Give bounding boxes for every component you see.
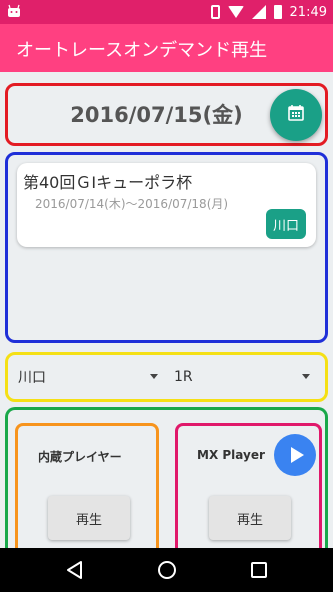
race-card[interactable]: 第40回ＧⅠキューポラ杯 2016/07/14(木)〜2016/07/18(月)… xyxy=(17,163,316,247)
mx-player-panel: MX Player 再生 xyxy=(175,423,322,563)
calendar-icon xyxy=(287,104,305,126)
race-select[interactable]: 1R xyxy=(174,355,310,399)
venue-badge[interactable]: 川口 xyxy=(266,209,306,239)
play-icon[interactable] xyxy=(274,434,316,476)
app-title: オートレースオンデマンド再生 xyxy=(16,40,268,61)
home-icon[interactable] xyxy=(155,558,179,582)
internal-player-panel: 内蔵プレイヤー 再生 xyxy=(15,423,159,563)
recents-icon[interactable] xyxy=(247,558,271,582)
wifi-icon xyxy=(227,6,244,18)
venue-select-value: 川口 xyxy=(18,370,46,386)
internal-play-button[interactable]: 再生 xyxy=(48,496,130,540)
race-select-value: 1R xyxy=(174,369,193,385)
mx-player-label: MX Player xyxy=(197,448,265,462)
navigation-bar xyxy=(0,548,333,592)
player-section: 内蔵プレイヤー 再生 MX Player 再生 xyxy=(5,407,328,563)
mx-play-button[interactable]: 再生 xyxy=(209,496,291,540)
signal-icon xyxy=(251,5,266,19)
race-dates: 2016/07/14(木)〜2016/07/18(月) xyxy=(35,197,229,211)
android-icon xyxy=(6,3,22,19)
status-time: 21:49 xyxy=(289,4,327,20)
vibrate-icon xyxy=(210,5,220,19)
selector-section: 川口 1R xyxy=(5,352,328,402)
internal-player-label: 内蔵プレイヤー xyxy=(38,450,122,464)
back-icon[interactable] xyxy=(63,558,87,582)
app-bar: オートレースオンデマンド再生 xyxy=(0,24,333,72)
calendar-button[interactable] xyxy=(270,89,322,141)
race-title: 第40回ＧⅠキューポラ杯 xyxy=(23,173,193,192)
dropdown-arrow-icon xyxy=(302,374,310,379)
venue-select[interactable]: 川口 xyxy=(18,355,158,399)
status-bar: 21:49 xyxy=(0,0,333,24)
battery-icon xyxy=(273,5,282,19)
race-list-section: 第40回ＧⅠキューポラ杯 2016/07/14(木)〜2016/07/18(月)… xyxy=(5,152,328,343)
dropdown-arrow-icon xyxy=(150,374,158,379)
